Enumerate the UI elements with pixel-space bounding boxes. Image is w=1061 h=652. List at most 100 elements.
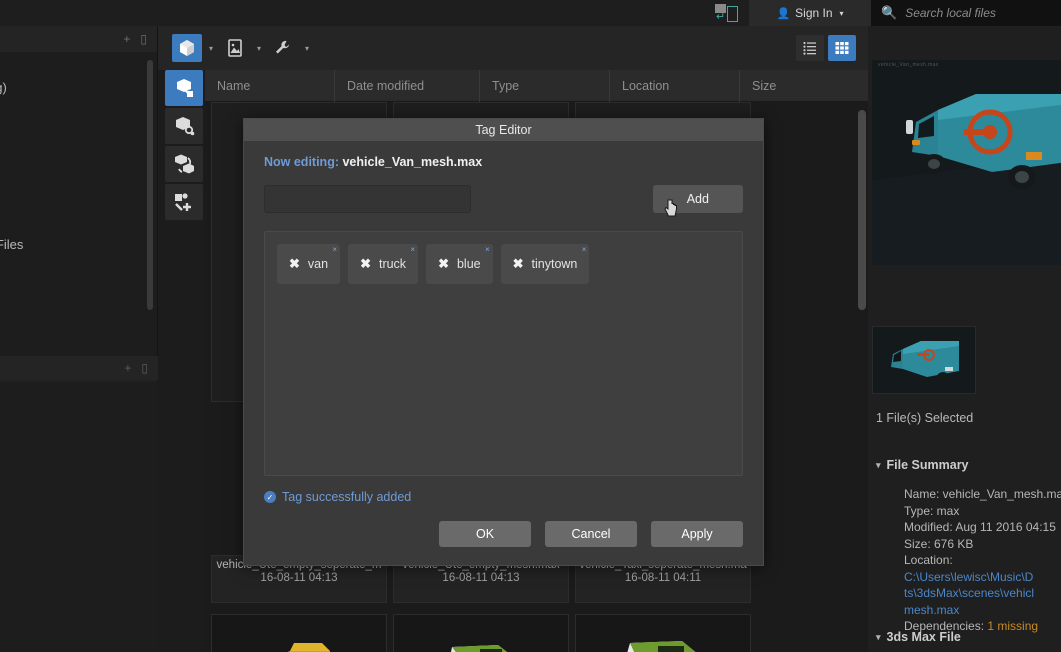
grid-card[interactable]: max	[575, 614, 751, 652]
rail-object-add[interactable]	[165, 184, 203, 220]
file-summary-details: Name: vehicle_Van_mesh.ma Type: max Modi…	[904, 486, 1061, 635]
remove-tag-icon[interactable]: ✖	[289, 256, 300, 272]
check-circle-icon: ✓	[264, 491, 276, 503]
close-icon[interactable]: ×	[582, 245, 587, 254]
chevron-down-icon: ▾	[839, 8, 844, 18]
sidebar-scrollbar[interactable]	[147, 60, 153, 310]
right-info-panel: vehicle_Van_mesh.max 1 File(s) Selected …	[868, 26, 1061, 652]
close-icon[interactable]: ×	[410, 245, 415, 254]
selection-count: 1 File(s) Selected	[876, 411, 974, 425]
application-window: + ▯ ng) e k r Files + ▯ ▾ ▾ ▾	[0, 0, 1061, 652]
tag-label: truck	[378, 257, 407, 271]
triangle-down-icon: ▾	[876, 459, 881, 470]
file-date: 16-08-11 04:13	[260, 572, 338, 584]
add-icon[interactable]: +	[124, 361, 131, 375]
tag-chip[interactable]: × ✖ tinytown	[500, 244, 590, 284]
list-item[interactable]: k	[0, 148, 157, 195]
view-mode-group	[796, 35, 870, 61]
column-header-size[interactable]: Size	[740, 70, 860, 102]
left-sidebar-lower	[0, 382, 158, 652]
tag-label: tinytown	[531, 257, 578, 271]
apply-button[interactable]: Apply	[651, 521, 743, 547]
preview-thumbnail[interactable]	[872, 326, 976, 394]
file-location-label: Location:	[904, 553, 953, 567]
rail-import-object[interactable]	[165, 70, 203, 106]
grid-card[interactable]: max	[393, 614, 569, 652]
file-location-line3[interactable]: mesh.max	[904, 602, 1061, 619]
sign-in-button[interactable]: 👤 Sign In ▾	[749, 0, 871, 26]
file-date: 16-08-11 04:13	[442, 572, 520, 584]
tag-label: blue	[456, 257, 481, 271]
tools-button[interactable]	[268, 34, 298, 62]
file-modified-value: Modified: Aug 11 2016 04:15	[904, 520, 1056, 534]
main-toolbar: ▾ ▾ ▾	[158, 26, 870, 70]
section-3ds-max-file[interactable]: ▾ 3ds Max File	[876, 630, 961, 644]
rail-object-swap[interactable]	[165, 146, 203, 182]
trash-icon[interactable]: ▯	[140, 32, 147, 46]
tag-editor-dialog: Tag Editor Now editing: vehicle_Van_mesh…	[243, 118, 764, 566]
list-item[interactable]: r Files	[0, 195, 157, 260]
cancel-button[interactable]: Cancel	[545, 521, 637, 547]
ok-button[interactable]: OK	[439, 521, 531, 547]
top-header-bar: ↵ 👤 Sign In ▾ 🔍	[0, 0, 1061, 26]
image-filter-button[interactable]	[220, 34, 250, 62]
remove-tag-icon[interactable]: ✖	[438, 256, 449, 272]
model-filter-button[interactable]	[172, 34, 202, 62]
dialog-title: Tag Editor	[244, 119, 763, 141]
user-icon: 👤	[776, 7, 791, 20]
trash-icon[interactable]: ▯	[141, 361, 148, 375]
column-header-date-modified[interactable]: Date modified	[335, 69, 480, 102]
section-file-summary[interactable]: ▾ File Summary	[876, 458, 969, 472]
grid-card[interactable]: max	[211, 614, 387, 652]
file-date: 16-08-11 04:11	[624, 572, 702, 584]
column-header-type[interactable]: Type	[480, 69, 610, 102]
tag-chip[interactable]: × ✖ van	[277, 244, 341, 284]
close-icon[interactable]: ×	[485, 245, 490, 254]
list-item[interactable]: e	[0, 103, 157, 148]
chevron-down-icon[interactable]: ▾	[300, 44, 314, 53]
column-header-row: Name Date modified Type Location Size	[205, 69, 870, 102]
file-thumbnail: max	[394, 615, 568, 652]
file-thumbnail: max	[576, 615, 750, 652]
add-icon[interactable]: +	[123, 32, 130, 46]
close-icon[interactable]: ×	[332, 245, 337, 254]
left-sidebar-list: ng) e k r Files	[0, 52, 157, 360]
now-editing-label: Now editing:	[264, 155, 339, 169]
search-input[interactable]	[905, 6, 1051, 20]
tag-label: van	[307, 257, 329, 271]
tool-rail	[165, 70, 205, 220]
tag-list: × ✖ van × ✖ truck × ✖ blue × ✖ tinytown	[264, 231, 743, 476]
remove-tag-icon[interactable]: ✖	[513, 256, 524, 272]
list-view-button[interactable]	[796, 35, 824, 61]
sign-in-label: Sign In	[795, 6, 833, 20]
dialog-actions: OK Cancel Apply	[439, 521, 743, 547]
rail-object-settings[interactable]	[165, 108, 203, 144]
column-header-name[interactable]: Name	[205, 69, 335, 102]
file-location-line1[interactable]: C:\Users\lewisc\Music\D	[904, 569, 1061, 586]
tag-input[interactable]	[264, 185, 471, 213]
tag-chip[interactable]: × ✖ truck	[348, 244, 419, 284]
column-header-location[interactable]: Location	[610, 69, 740, 102]
chevron-down-icon[interactable]: ▾	[204, 44, 218, 53]
now-editing-row: Now editing: vehicle_Van_mesh.max	[264, 155, 743, 169]
mouse-cursor	[664, 199, 680, 219]
file-type-value: Type: max	[904, 503, 960, 518]
search-icon: 🔍	[881, 5, 898, 20]
dialog-body: Now editing: vehicle_Van_mesh.max Add × …	[244, 141, 763, 504]
sync-network-icon[interactable]: ↵	[713, 2, 741, 24]
dependencies-value: 1 missing	[987, 619, 1039, 633]
triangle-down-icon: ▾	[876, 631, 881, 642]
file-thumbnail: max	[212, 615, 386, 652]
left-sidebar-header: + ▯	[0, 26, 157, 52]
search-box[interactable]: 🔍	[871, 0, 1061, 26]
file-name-value: Name: vehicle_Van_mesh.ma	[904, 487, 1061, 501]
section-title: 3ds Max File	[886, 630, 961, 644]
tag-chip[interactable]: × ✖ blue	[426, 244, 493, 284]
grid-view-button[interactable]	[828, 35, 856, 61]
chevron-down-icon[interactable]: ▾	[252, 44, 266, 53]
file-grid-scrollbar[interactable]	[858, 110, 866, 310]
file-location-line2[interactable]: ts\3dsMax\scenes\vehicl	[904, 585, 1061, 602]
list-item[interactable]: ng)	[0, 72, 157, 103]
preview-render: vehicle_Van_mesh.max	[872, 60, 1061, 265]
remove-tag-icon[interactable]: ✖	[360, 256, 371, 272]
